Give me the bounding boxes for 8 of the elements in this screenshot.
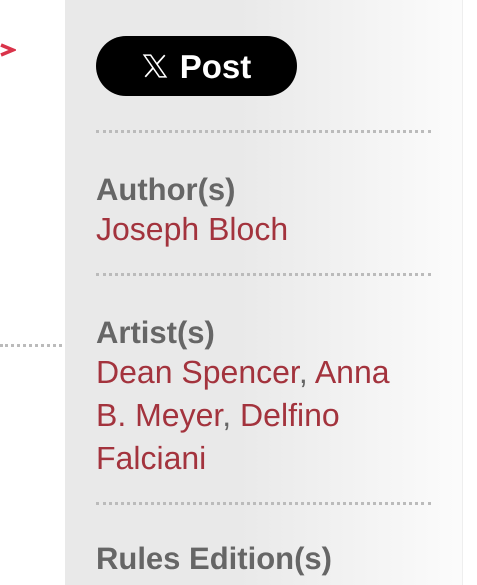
name-list[interactable]: Dean Spencer, Anna B. Meyer, Delfino Falciani xyxy=(96,351,418,480)
x-logo-icon xyxy=(142,53,168,79)
section-label: Author(s) xyxy=(96,172,236,208)
section-label: Rules Edition(s) xyxy=(96,544,333,574)
section-label: Artist(s) xyxy=(96,315,216,351)
post-button[interactable]: Post xyxy=(96,36,297,96)
chevron-icon xyxy=(0,42,16,58)
name-link[interactable]: Joseph Bloch xyxy=(96,211,288,247)
